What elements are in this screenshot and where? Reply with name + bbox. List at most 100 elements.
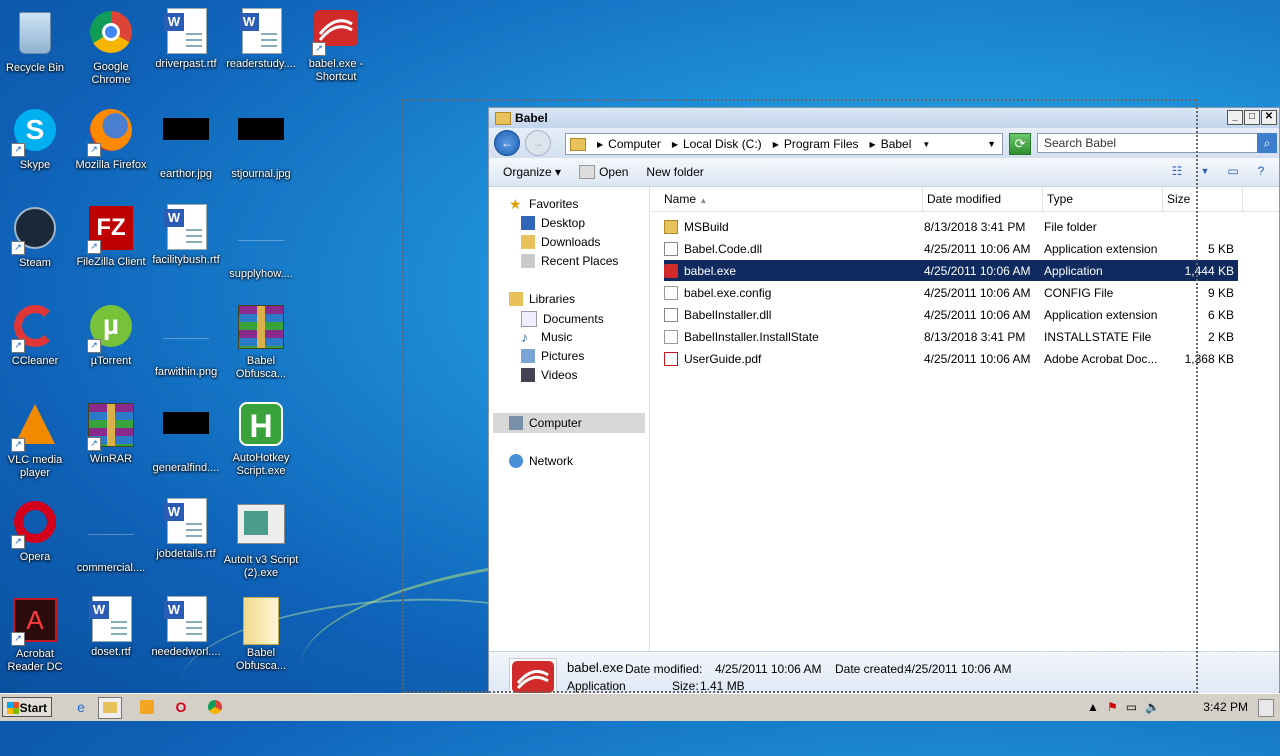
- chrome-icon[interactable]: [204, 697, 226, 717]
- desktop-icon-item[interactable]: ↗ babel.exe - Shortcut: [298, 8, 374, 84]
- desktop-icon-item[interactable]: Recycle Bin: [0, 8, 73, 75]
- show-desktop-button[interactable]: [1258, 699, 1274, 717]
- skype-icon: S ↗: [11, 109, 59, 157]
- acrobat-icon: A ↗: [11, 598, 59, 646]
- back-button[interactable]: ←: [494, 130, 520, 156]
- minimize-button[interactable]: _: [1227, 110, 1243, 125]
- nav-computer[interactable]: Computer: [493, 413, 645, 433]
- nav-downloads[interactable]: Downloads: [521, 235, 600, 249]
- preview-pane-icon[interactable]: ▭: [1225, 163, 1241, 179]
- breadcrumb-babel[interactable]: Babel: [881, 137, 912, 151]
- refresh-button[interactable]: ⟳: [1009, 133, 1031, 155]
- explorer-window[interactable]: Babel _ □ ✕ ← → ▶ Computer ▶ Local Disk …: [488, 107, 1280, 696]
- chevron-down-icon[interactable]: ▼: [1197, 163, 1213, 179]
- nav-network[interactable]: Network: [509, 454, 573, 468]
- libraries-icon: [509, 292, 523, 306]
- desktop-icon-item[interactable]: Babel Obfusca...: [223, 596, 299, 673]
- word-doc-icon: W: [237, 8, 285, 56]
- desktop-icon-item[interactable]: commercial....: [73, 498, 149, 575]
- file-row[interactable]: babel.exe 4/25/2011 10:06 AM Application 1,…: [664, 260, 1238, 281]
- search-input[interactable]: Search Babel: [1037, 133, 1277, 153]
- window-titlebar[interactable]: Babel _ □ ✕: [489, 108, 1279, 128]
- tray-expand-icon[interactable]: ▲: [1087, 700, 1099, 714]
- vlc-icon: ↗: [11, 404, 59, 452]
- desktop-icon-item[interactable]: ↗ VLC media player: [0, 400, 73, 480]
- opera-icon[interactable]: O: [170, 697, 192, 717]
- nav-desktop[interactable]: Desktop: [521, 216, 585, 230]
- desktop-icon-label: babel.exe - Shortcut: [308, 58, 364, 83]
- help-icon[interactable]: ?: [1253, 163, 1269, 179]
- desktop-icon-item[interactable]: AutoIt v3 Script (2).exe: [223, 498, 299, 580]
- desktop-icon-item[interactable]: A ↗ Acrobat Reader DC: [0, 596, 73, 674]
- desktop-icon-item[interactable]: FZ ↗ FileZilla Client: [73, 204, 149, 269]
- action-center-icon[interactable]: ⚑: [1107, 700, 1118, 714]
- file-date: 8/13/2018 3:41 PM: [924, 219, 1026, 234]
- close-button[interactable]: ✕: [1261, 110, 1277, 125]
- file-size: 5 KB: [1207, 241, 1234, 256]
- file-row[interactable]: babel.exe.config 4/25/2011 10:06 AM CONFIG…: [664, 282, 1238, 303]
- desktop-icon-item[interactable]: Wfacilitybush.rtf: [148, 204, 224, 267]
- desktop-icon-item[interactable]: H AutoHotkey Script.exe: [223, 400, 299, 478]
- nav-libraries[interactable]: Libraries: [509, 292, 575, 306]
- ccleaner-icon: ↗: [11, 305, 59, 353]
- desktop-icon-item[interactable]: Wneededworl....: [148, 596, 224, 659]
- address-bar[interactable]: ▶ Computer ▶ Local Disk (C:) ▶ Program F…: [565, 133, 1003, 155]
- media-player-icon[interactable]: [136, 697, 158, 717]
- desktop-icon-item[interactable]: S ↗ Skype: [0, 106, 73, 172]
- breadcrumb-computer[interactable]: Computer: [608, 137, 661, 151]
- explorer-taskbar-icon[interactable]: [98, 697, 122, 719]
- desktop-icon-item[interactable]: Wjobdetails.rtf: [148, 498, 224, 561]
- forward-button[interactable]: →: [525, 130, 551, 156]
- desktop-icon-item[interactable]: stjournal.jpg: [223, 106, 299, 181]
- network-tray-icon[interactable]: ▭: [1126, 700, 1137, 714]
- nav-pictures[interactable]: Pictures: [521, 349, 584, 363]
- organize-button[interactable]: Organize ▾: [503, 165, 561, 179]
- desktop-icon-item[interactable]: earthor.jpg: [148, 106, 224, 181]
- desktop-icon-item[interactable]: Wreaderstudy....: [223, 8, 299, 71]
- file-row[interactable]: MSBuild 8/13/2018 3:41 PM File folder: [664, 216, 1238, 237]
- internet-explorer-icon[interactable]: e: [70, 697, 92, 717]
- chevron-down-icon[interactable]: ▼: [987, 139, 996, 149]
- breadcrumb-local-disk[interactable]: Local Disk (C:): [683, 137, 762, 151]
- desktop-icon-item[interactable]: ↗ Mozilla Firefox: [73, 106, 149, 172]
- nav-recent-places[interactable]: Recent Places: [521, 254, 618, 268]
- breadcrumb-program-files[interactable]: Program Files: [784, 137, 859, 151]
- desktop-icon-item[interactable]: Wdoset.rtf: [73, 596, 149, 659]
- desktop-icon-item[interactable]: supplyhow....: [223, 204, 299, 281]
- file-row[interactable]: BabelInstaller.dll 4/25/2011 10:06 AM Appl…: [664, 304, 1238, 325]
- desktop-icon-item[interactable]: Babel Obfusca...: [223, 302, 299, 381]
- desktop-icon-item[interactable]: Google Chrome: [73, 8, 149, 87]
- nav-documents[interactable]: Documents: [521, 311, 604, 327]
- search-icon[interactable]: ⌕: [1257, 133, 1277, 153]
- babel-icon: [509, 658, 557, 696]
- column-name[interactable]: Name ▲: [651, 187, 923, 211]
- desktop-icon-item[interactable]: Wdriverpast.rtf: [148, 8, 224, 71]
- volume-icon[interactable]: 🔈: [1145, 700, 1160, 714]
- file-row[interactable]: UserGuide.pdf 4/25/2011 10:06 AM Adobe Acr…: [664, 348, 1238, 369]
- folder-icon: [664, 219, 678, 234]
- desktop-icon-item[interactable]: ↗ Opera: [0, 498, 73, 564]
- column-date-modified[interactable]: Date modified: [923, 187, 1043, 211]
- file-row[interactable]: BabelInstaller.InstallState 8/13/2018 3:4…: [664, 326, 1238, 347]
- view-options-icon[interactable]: ☷: [1169, 163, 1185, 179]
- desktop-icon-item[interactable]: ↗ CCleaner: [0, 302, 73, 368]
- column-size[interactable]: Size: [1163, 187, 1243, 211]
- nav-favorites[interactable]: ★ Favorites: [509, 197, 578, 211]
- desktop-icon-item[interactable]: ↗ WinRAR: [73, 400, 149, 466]
- desktop-icon-item[interactable]: generalfind....: [148, 400, 224, 475]
- desktop-icon-item[interactable]: farwithin.png: [148, 302, 224, 379]
- maximize-button[interactable]: □: [1244, 110, 1260, 125]
- nav-videos[interactable]: Videos: [521, 368, 577, 382]
- file-type: CONFIG File: [1044, 285, 1114, 300]
- desktop-icon-item[interactable]: ↗ Steam: [0, 204, 73, 270]
- nav-music[interactable]: ♪ Music: [521, 330, 572, 344]
- new-folder-button[interactable]: New folder: [646, 165, 703, 179]
- open-button[interactable]: Open: [579, 165, 628, 179]
- clock[interactable]: 3:42 PM: [1203, 694, 1248, 721]
- start-button[interactable]: Start: [2, 697, 52, 717]
- column-type[interactable]: Type: [1043, 187, 1163, 211]
- folder-icon: [237, 597, 285, 645]
- desktop-icon-item[interactable]: µ ↗ µTorrent: [73, 302, 149, 368]
- file-row[interactable]: Babel.Code.dll 4/25/2011 10:06 AM Applicat…: [664, 238, 1238, 259]
- command-bar: Organize ▾ Open New folder ☷ ▼ ▭ ?: [489, 158, 1279, 187]
